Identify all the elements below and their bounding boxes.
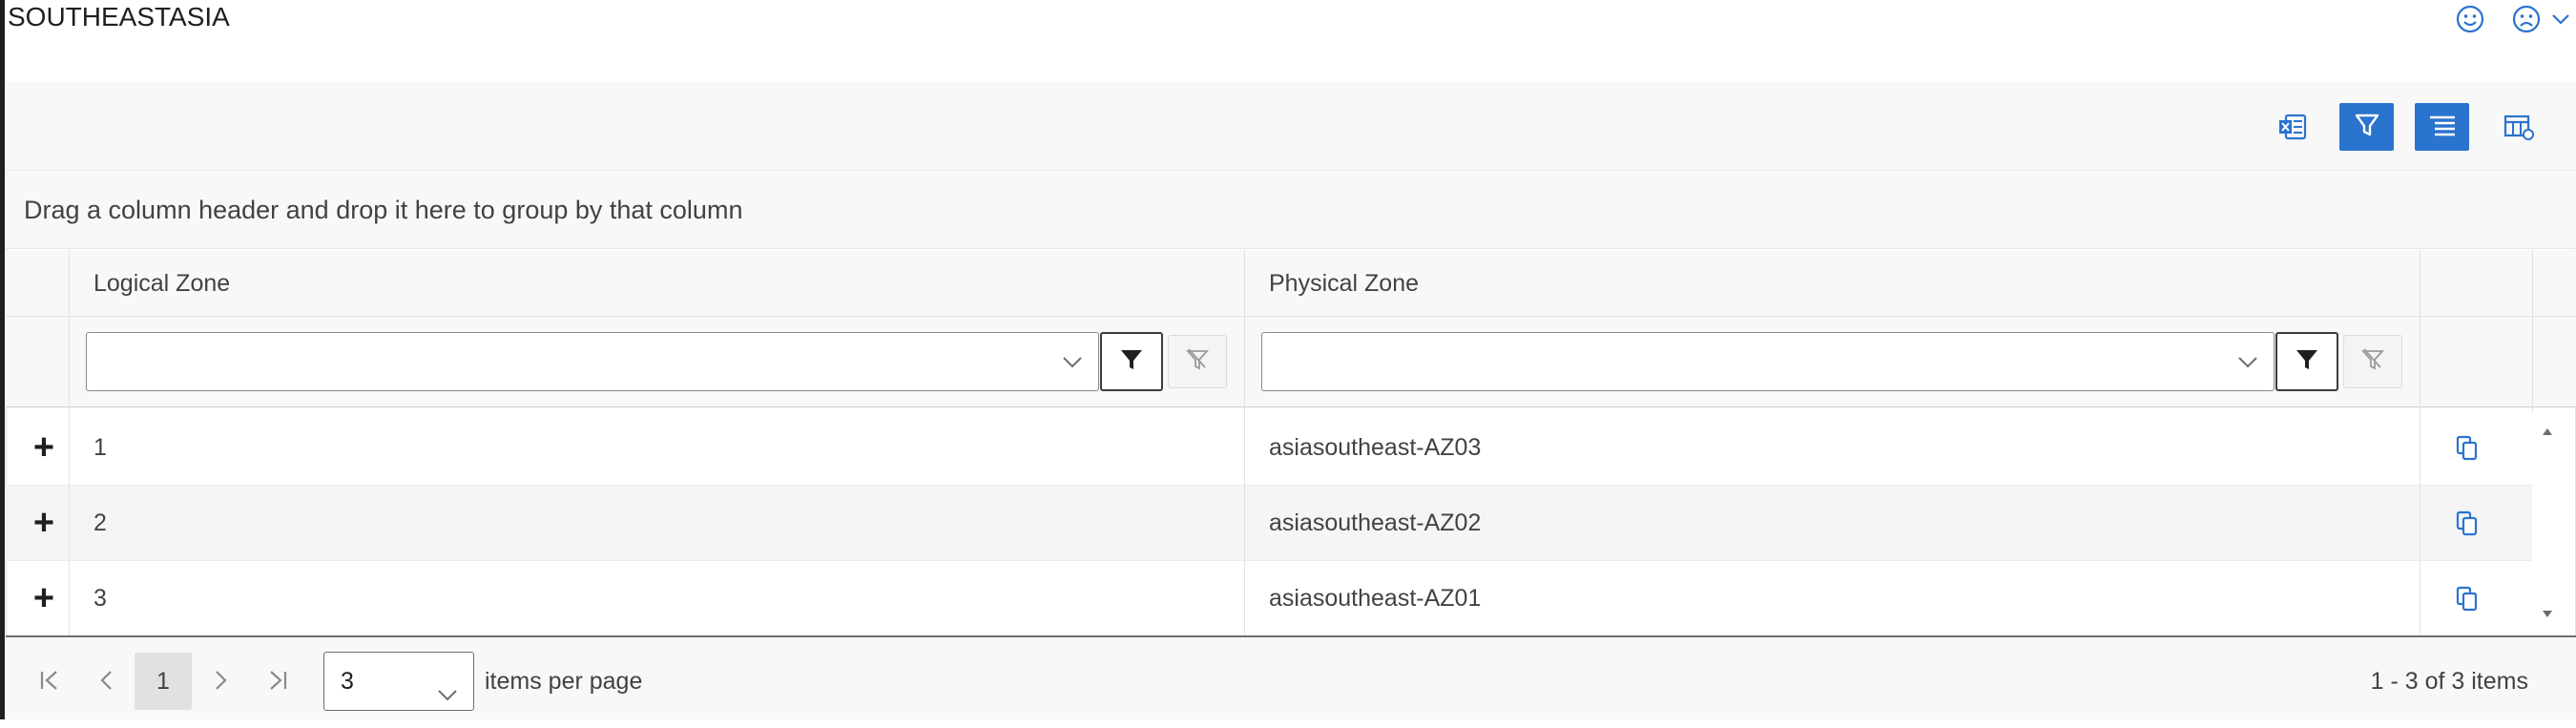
chevron-down-icon[interactable] (2549, 8, 2572, 31)
frown-face-icon[interactable] (2509, 2, 2544, 36)
previous-page-icon[interactable] (83, 656, 131, 704)
filter-icon (2353, 111, 2381, 144)
logical-zone-clear-filter-button[interactable] (1168, 335, 1227, 388)
scroll-down-arrow-icon[interactable] (2542, 608, 2553, 619)
physical-zone-cell: asiasoutheast-AZ03 (1269, 434, 1482, 461)
next-page-icon[interactable] (197, 656, 244, 704)
page-title: SOUTHEASTASIA (8, 2, 230, 31)
first-page-icon[interactable] (26, 656, 73, 704)
items-per-page-label: items per page (485, 668, 643, 695)
column-header-logical-zone[interactable]: Logical Zone (93, 250, 230, 317)
logical-zone-cell: 1 (93, 434, 107, 461)
column-divider (2532, 250, 2533, 412)
excel-export-icon[interactable] (2265, 103, 2319, 151)
page-size-select[interactable]: 3 (323, 652, 474, 711)
table-row: + 2 asiasoutheast-AZ02 (6, 486, 2532, 561)
smile-face-icon[interactable] (2453, 2, 2487, 36)
list-view-icon (2426, 112, 2459, 143)
copy-icon[interactable] (2454, 585, 2481, 618)
logical-zone-cell: 2 (93, 510, 107, 536)
column-chooser-icon[interactable] (2491, 103, 2545, 151)
physical-zone-filter-input[interactable] (1261, 332, 2275, 391)
table-row: + 1 asiasoutheast-AZ03 (6, 410, 2532, 486)
list-view-button[interactable] (2415, 103, 2469, 151)
copy-icon[interactable] (2454, 510, 2481, 543)
chevron-down-icon[interactable] (1060, 351, 1085, 379)
filter-icon (1118, 346, 1145, 378)
last-page-icon[interactable] (254, 656, 301, 704)
filter-icon (2294, 346, 2320, 378)
page-number-button[interactable]: 1 (135, 653, 192, 710)
clear-filter-icon (2359, 346, 2386, 378)
table-row: + 3 asiasoutheast-AZ01 (6, 561, 2532, 636)
page-size-value: 3 (341, 668, 354, 695)
logical-zone-cell: 3 (93, 585, 107, 612)
column-divider (69, 250, 70, 635)
chevron-down-icon[interactable] (435, 671, 460, 728)
copy-icon[interactable] (2454, 434, 2481, 468)
physical-zone-clear-filter-button[interactable] (2343, 335, 2402, 388)
window-edge (0, 0, 5, 719)
pager-summary: 1 - 3 of 3 items (2370, 668, 2528, 695)
physical-zone-filter-button[interactable] (2275, 332, 2338, 391)
column-header-physical-zone[interactable]: Physical Zone (1269, 250, 1419, 317)
chevron-down-icon[interactable] (2235, 351, 2260, 379)
logical-zone-filter-button[interactable] (1100, 332, 1163, 391)
logical-zone-filter-input[interactable] (86, 332, 1099, 391)
expand-row-icon[interactable]: + (11, 410, 76, 486)
expand-row-icon[interactable]: + (11, 486, 76, 561)
group-drop-area[interactable]: Drag a column header and drop it here to… (6, 172, 2576, 249)
grid-toolbar (6, 82, 2576, 171)
scroll-up-arrow-icon[interactable] (2542, 425, 2553, 436)
expand-row-icon[interactable]: + (11, 561, 76, 636)
physical-zone-cell: asiasoutheast-AZ02 (1269, 510, 1482, 536)
clear-filter-icon (1184, 346, 1211, 378)
physical-zone-cell: asiasoutheast-AZ01 (1269, 585, 1482, 612)
filter-toggle-button[interactable] (2339, 103, 2394, 151)
column-divider (1244, 250, 1245, 635)
